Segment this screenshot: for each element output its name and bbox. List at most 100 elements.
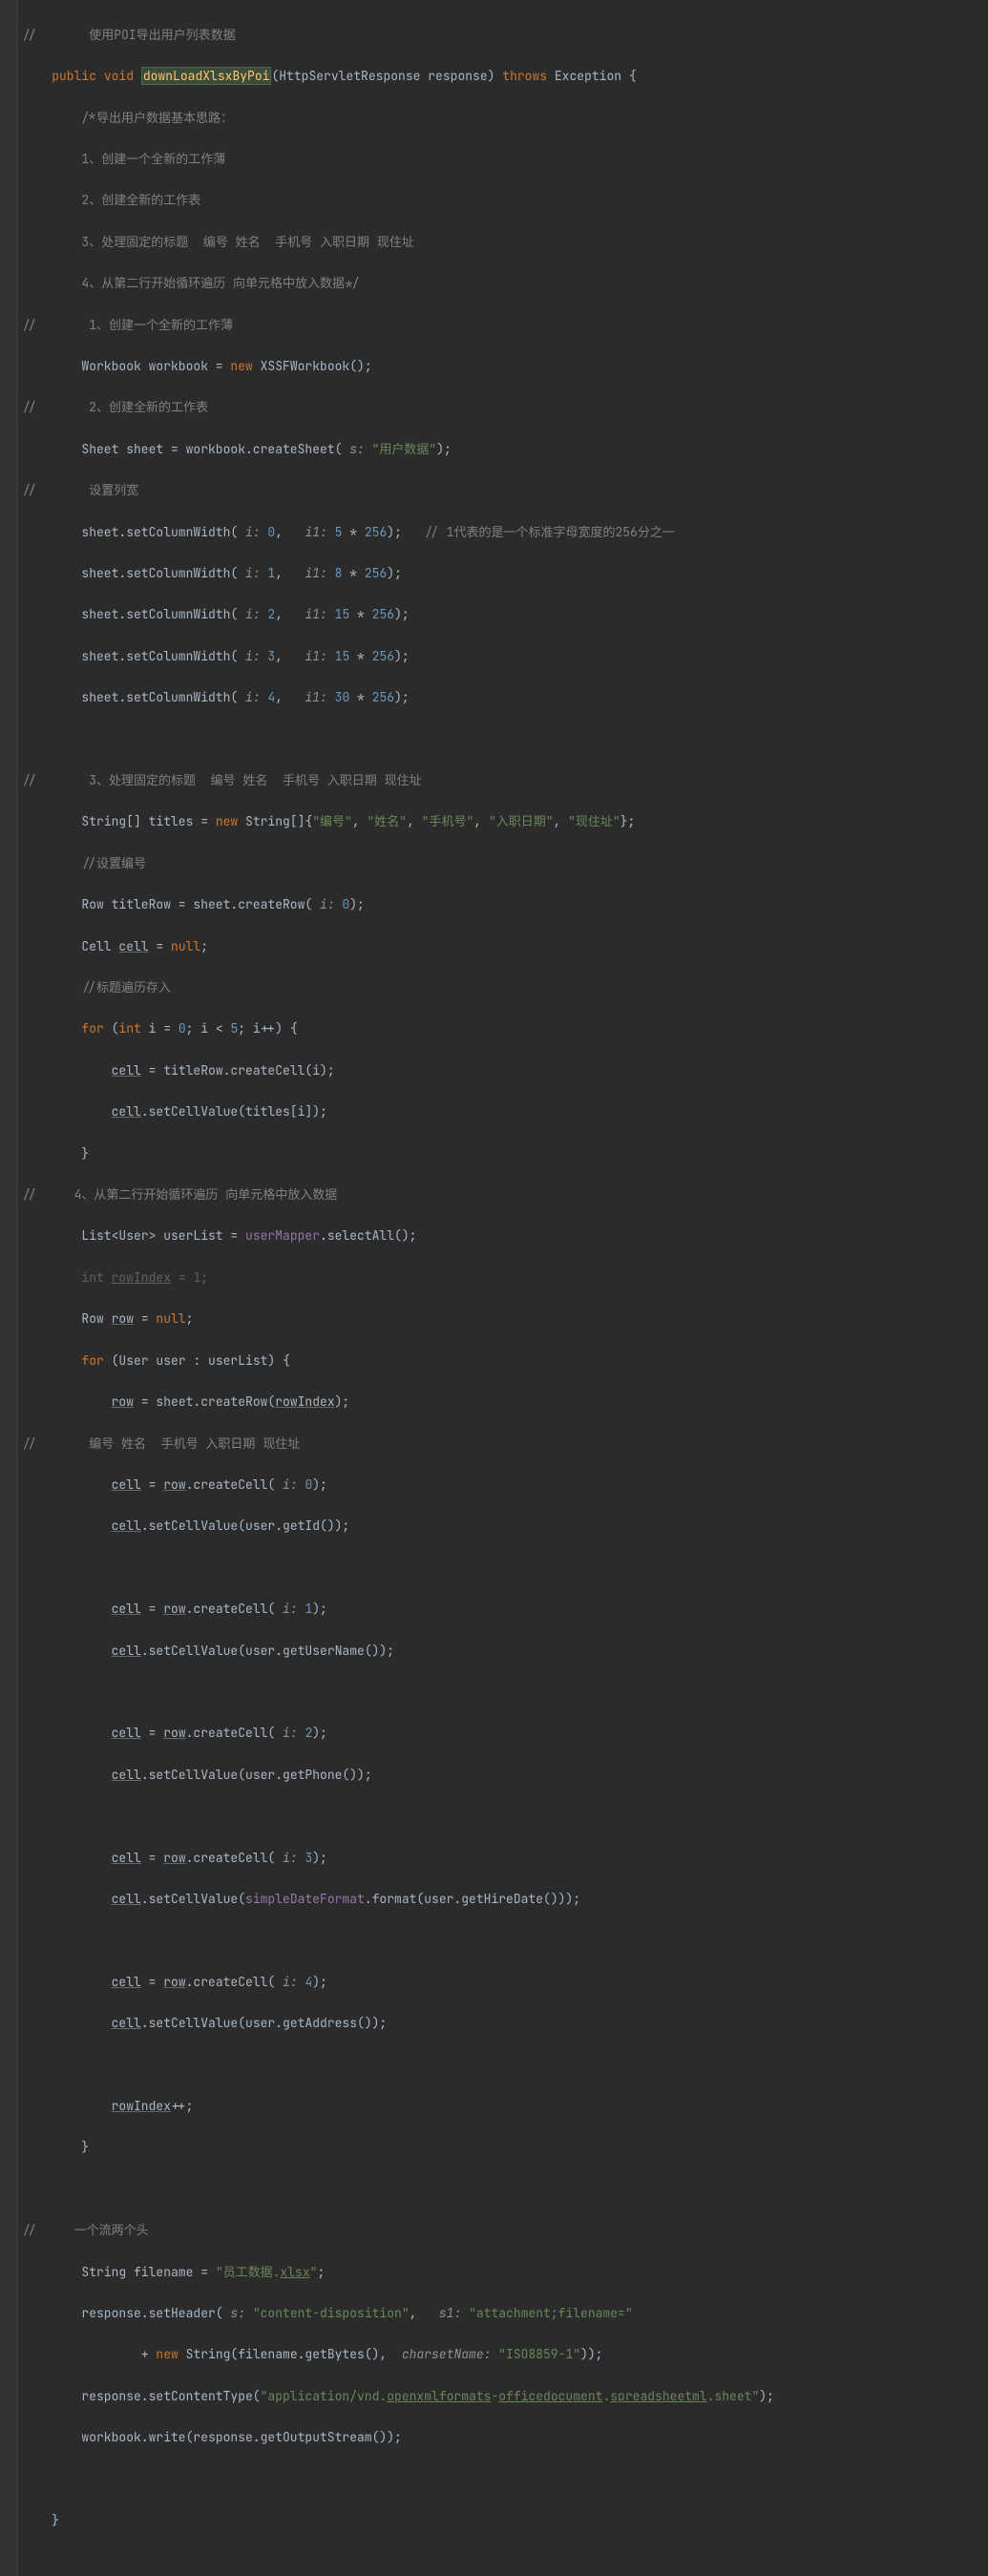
punct: ); <box>312 1725 327 1741</box>
op: * <box>349 606 371 622</box>
string: "content-disposition" <box>245 2305 410 2321</box>
var-cell: cell <box>112 1062 141 1079</box>
kw-for: for <box>81 1020 103 1037</box>
eq: = <box>149 938 171 954</box>
var-cell: cell <box>112 1850 141 1866</box>
string: " <box>310 2264 318 2280</box>
comment: 2、创建全新的工作表 <box>81 192 200 208</box>
punct: ); <box>312 1974 327 1990</box>
var-cell: cell <box>112 1974 141 1990</box>
method-name: downLoadXlsxByPoi <box>141 67 272 85</box>
field: simpleDateFormat <box>245 1891 365 1907</box>
comment: /*导出用户数据基本思路： <box>81 110 233 126</box>
stmt: Workbook workbook = <box>81 358 230 374</box>
loop: (User user : userList) { <box>104 1352 290 1369</box>
stmt: sheet.setColumnWidth( <box>81 565 245 581</box>
var-cell: cell <box>112 1103 141 1120</box>
number: 4 <box>261 689 276 705</box>
stmt: .format(user.getHireDate())); <box>365 1891 580 1907</box>
param-hint: i1: <box>305 689 326 705</box>
var-rowindex: rowIndex <box>275 1393 334 1410</box>
param-hint: i: <box>283 1725 298 1741</box>
number: 3 <box>261 648 276 664</box>
punct: ); <box>312 1850 327 1866</box>
stmt: = titleRow.createCell(i); <box>141 1062 335 1079</box>
punct: ( <box>104 1020 119 1037</box>
string: "姓名" <box>367 813 407 829</box>
stmt: .setCellValue(user.getAddress()); <box>141 2015 387 2031</box>
call: .createCell( <box>186 1850 283 1866</box>
call: .createCell( <box>186 1974 283 1990</box>
kw-void: void <box>104 68 134 84</box>
stmt: String filename = <box>81 2264 215 2280</box>
comment: //设置编号 <box>81 855 146 871</box>
arr: String[]{ <box>238 813 312 829</box>
number: 15 <box>327 606 349 622</box>
stmt: .setCellValue(user.getId()); <box>141 1518 349 1534</box>
number: 30 <box>327 689 349 705</box>
comment: // 使用POI导出用户列表数据 <box>22 27 236 43</box>
kw-new: new <box>216 813 238 829</box>
punct: )); <box>580 2346 602 2362</box>
kw-null: null <box>171 938 200 954</box>
stmt: sheet.setColumnWidth( <box>81 689 245 705</box>
number: 0 <box>335 896 350 912</box>
var-cell: cell <box>112 1643 141 1659</box>
stmt: sheet.setColumnWidth( <box>81 606 245 622</box>
number: 0 <box>179 1020 186 1037</box>
var-rowindex: rowIndex <box>112 2098 171 2114</box>
param-hint: i: <box>245 689 261 705</box>
gutter[interactable] <box>0 0 18 2576</box>
stmt: .setCellValue(user.getUserName()); <box>141 1643 394 1659</box>
comment: // 1代表的是一个标准字母宽度的256分之一 <box>424 524 675 540</box>
punct: ); <box>387 565 402 581</box>
var-row: row <box>112 1310 134 1327</box>
kw-new: new <box>230 358 252 374</box>
param-hint: s1: <box>439 2305 461 2321</box>
var-row: row <box>163 1601 185 1617</box>
punct: ; <box>186 1310 194 1327</box>
comment: // 3、处理固定的标题 编号 姓名 手机号 入职日期 现住址 <box>22 772 422 788</box>
number: 3 <box>298 1850 313 1866</box>
type: Cell <box>81 938 118 954</box>
param-hint: i: <box>283 1476 298 1493</box>
punct: }; <box>620 813 636 829</box>
var-cell: cell <box>112 1767 141 1783</box>
param-hint: i: <box>245 524 261 540</box>
eq: = <box>141 1974 163 1990</box>
number: 2 <box>298 1725 313 1741</box>
kw-int: int <box>118 1020 140 1037</box>
stmt: sheet.setColumnWidth( <box>81 648 245 664</box>
comment: // 2、创建全新的工作表 <box>22 399 208 415</box>
string: xlsx <box>280 2264 309 2280</box>
string: officedocument <box>498 2388 602 2404</box>
string: "手机号" <box>422 813 474 829</box>
punct: ); <box>394 606 410 622</box>
punct: ); <box>759 2388 774 2404</box>
string: "入职日期" <box>489 813 554 829</box>
punct: ); <box>436 441 452 457</box>
stmt: .setCellValue( <box>141 1891 245 1907</box>
comment: 3、处理固定的标题 编号 姓名 手机号 入职日期 现住址 <box>81 234 413 250</box>
var-cell: cell <box>118 938 148 954</box>
code-area[interactable]: // 使用POI导出用户列表数据 public void downLoadXls… <box>18 0 988 2576</box>
cond: ; i < <box>186 1020 231 1037</box>
call: .createCell( <box>186 1601 283 1617</box>
var-row: row <box>163 1476 185 1493</box>
number: 256 <box>365 524 387 540</box>
number: 0 <box>261 524 276 540</box>
param-hint: i1: <box>305 648 326 664</box>
op: * <box>342 565 364 581</box>
comment: // 一个流两个头 <box>22 2222 149 2238</box>
var-cell: cell <box>112 1891 141 1907</box>
var: i = <box>141 1020 179 1037</box>
string: "attachment;filename=" <box>461 2305 632 2321</box>
param-hint: s: <box>349 441 365 457</box>
stmt: response.setContentType( <box>81 2388 260 2404</box>
op: * <box>349 648 371 664</box>
type: Row <box>81 1310 111 1327</box>
eq: = <box>171 1269 193 1286</box>
number: 256 <box>372 648 394 664</box>
comment: 4、从第二行开始循环遍历 向单元格中放入数据*/ <box>81 275 359 291</box>
op: + <box>141 2346 157 2362</box>
